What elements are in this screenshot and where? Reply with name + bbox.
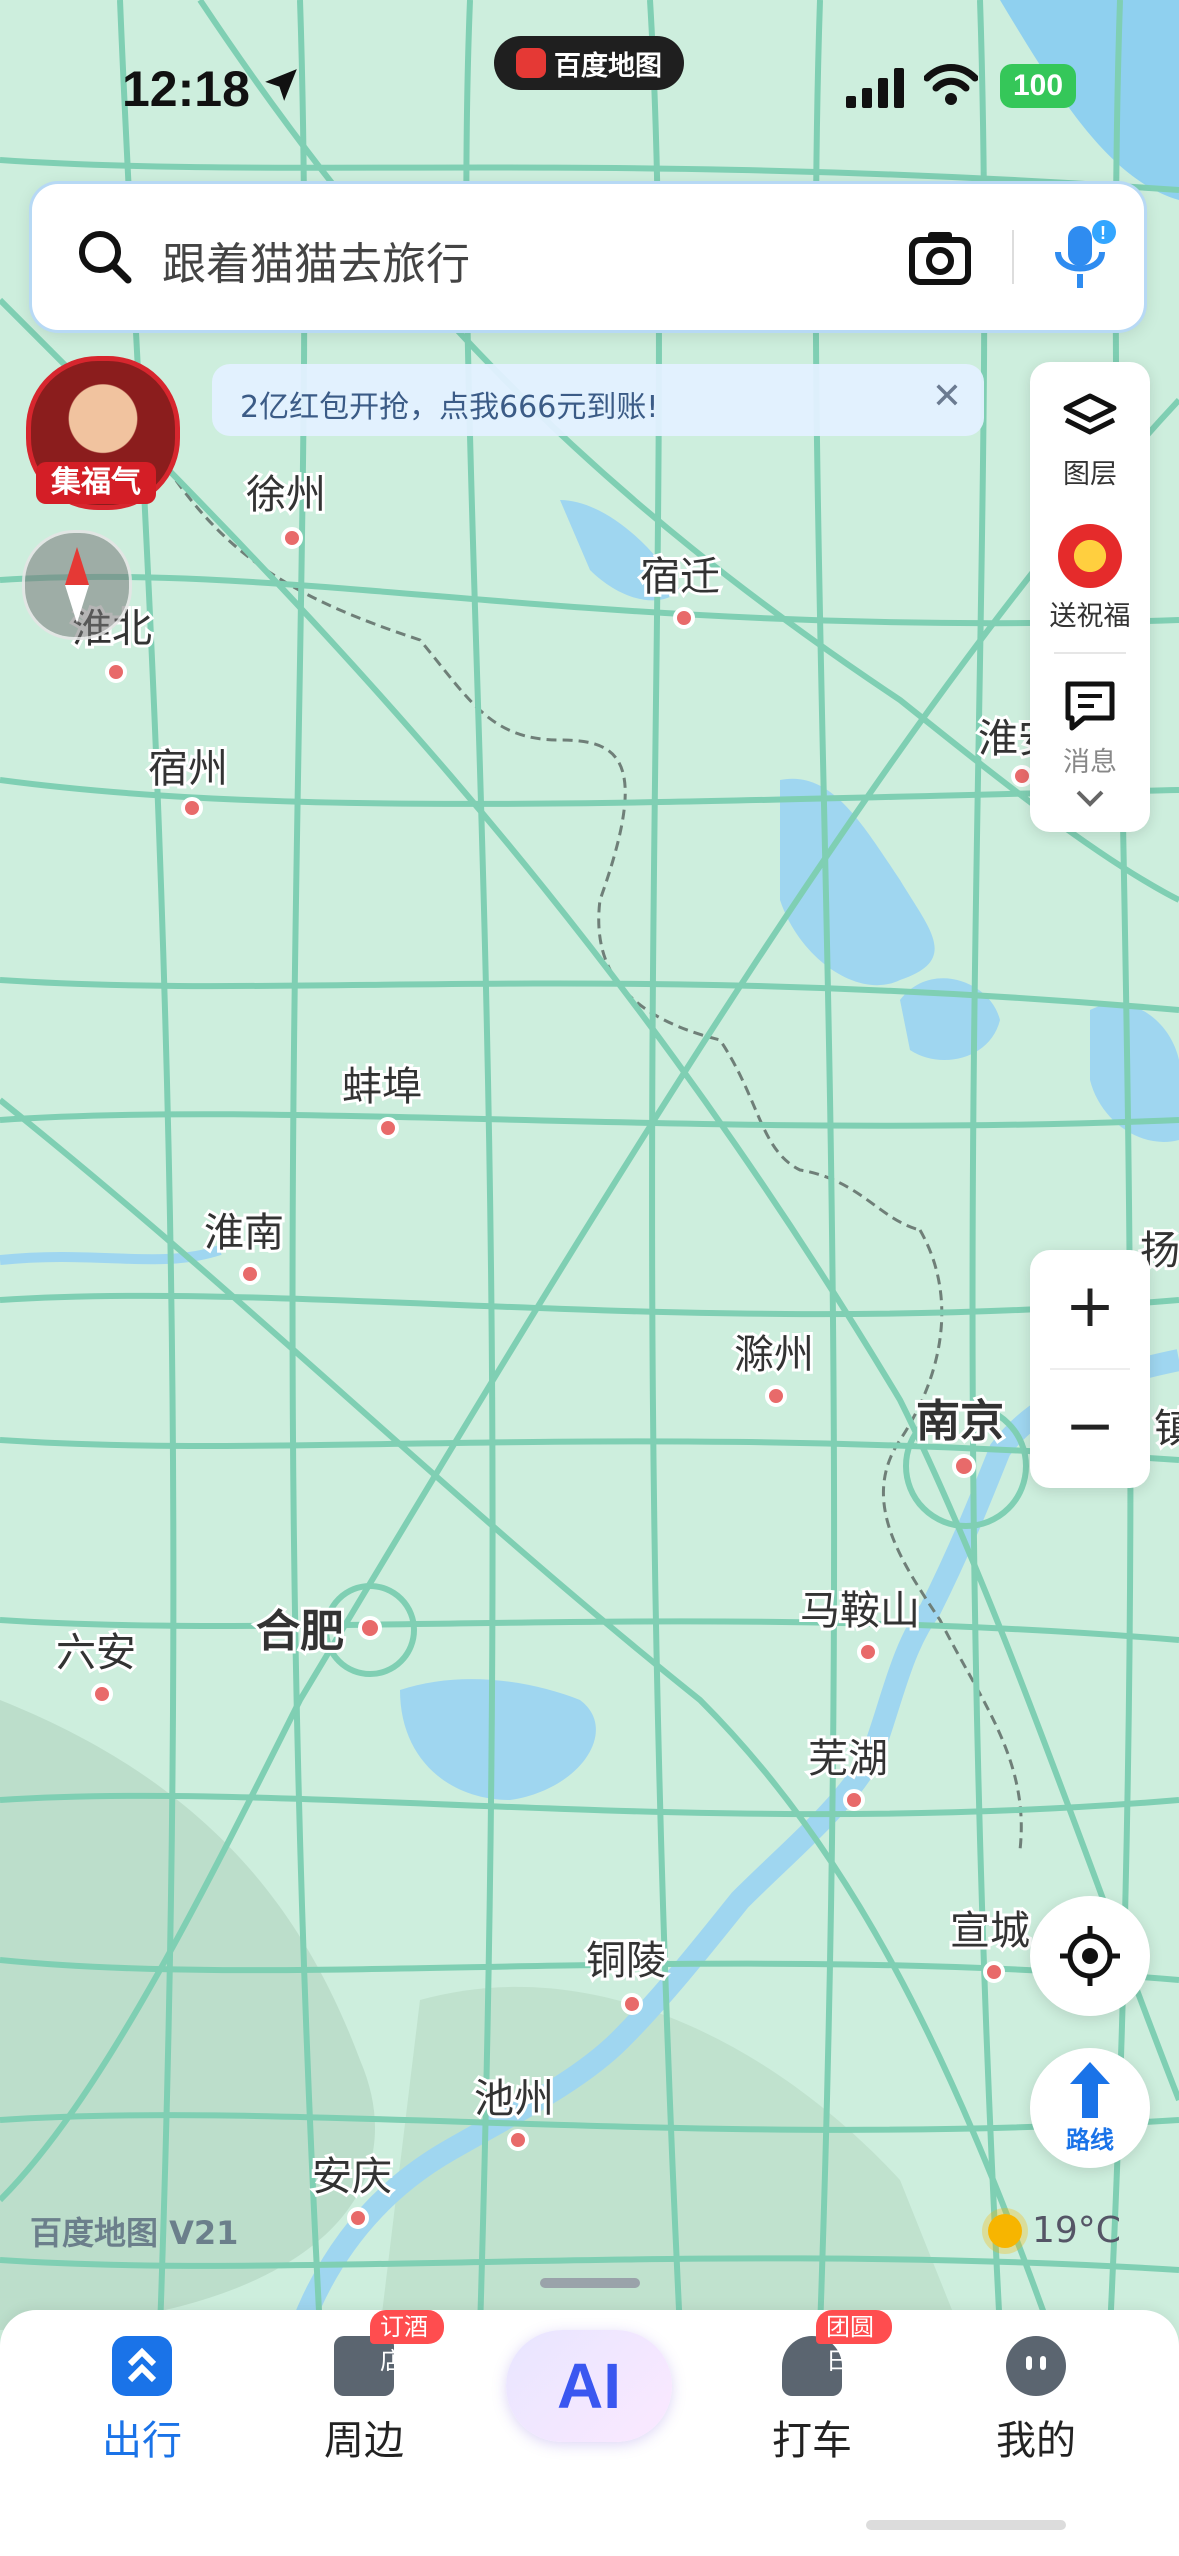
close-icon[interactable]: ✕ [932, 376, 962, 417]
promo-text[interactable]: 2亿红包开抢，点我666元到账! [240, 382, 658, 426]
search-divider [1012, 230, 1014, 284]
cellular-signal-icon [846, 68, 904, 108]
tab-nearby-label: 周边 [324, 2418, 404, 2464]
app-indicator-pill[interactable]: 百度地图 [494, 36, 684, 90]
message-icon[interactable] [1062, 678, 1118, 734]
tab-taxi[interactable]: 团圆日 打车 [732, 2310, 892, 2530]
search-icon [79, 231, 132, 284]
compass-button[interactable] [22, 530, 132, 640]
locate-me-button[interactable] [1030, 1896, 1150, 2016]
svg-text:!: ! [1100, 223, 1106, 243]
zoom-controls: + − [1030, 1250, 1150, 1488]
city-label-luan[interactable]: 六安 [53, 1628, 139, 1678]
profile-icon [1006, 2336, 1066, 2396]
festival-avatar-tag[interactable]: 集福气 [36, 462, 156, 504]
search-input[interactable]: 跟着猫猫去旅行 [162, 228, 470, 292]
zoom-out-button[interactable]: − [1030, 1370, 1150, 1488]
city-label-suzhou[interactable]: 宿州 [145, 744, 231, 794]
crosshair-icon [1060, 1926, 1120, 1986]
blessing-button-label[interactable]: 送祝福 [1030, 594, 1150, 633]
message-button-label[interactable]: 消息 [1030, 740, 1150, 779]
city-label-chuzhou[interactable]: 滁州 [731, 1330, 817, 1380]
layers-button-label[interactable]: 图层 [1030, 452, 1150, 491]
travel-icon [112, 2336, 172, 2396]
city-label-hefei[interactable]: 合肥 [253, 1604, 347, 1659]
map-watermark: 百度地图 V21 [30, 2214, 239, 2252]
city-label-huainan[interactable]: 淮南 [201, 1208, 287, 1258]
microphone-icon[interactable]: ! [1048, 218, 1118, 298]
city-label-wuhu[interactable]: 芜湖 [805, 1734, 891, 1784]
panel-divider [1054, 652, 1126, 654]
map-side-panel: 图层 送祝福 消息 [1030, 362, 1150, 832]
city-label-nanjing[interactable]: 南京 [913, 1394, 1007, 1449]
city-label-chizhou[interactable]: 池州 [471, 2074, 557, 2124]
tab-travel-label: 出行 [102, 2418, 182, 2464]
city-label-xuancheng[interactable]: 宣城 [947, 1906, 1033, 1956]
city-label-anqing[interactable]: 安庆 [309, 2152, 395, 2202]
search-bar[interactable]: 跟着猫猫去旅行 ! [32, 184, 1144, 330]
wifi-icon [924, 64, 978, 105]
camera-icon[interactable] [908, 228, 972, 286]
blessing-icon[interactable] [1058, 524, 1122, 588]
drawer-handle[interactable] [540, 2278, 640, 2288]
sun-icon [988, 2213, 1022, 2248]
weather-widget[interactable]: 19°C [988, 2210, 1121, 2251]
route-button-label: 路线 [1066, 2126, 1114, 2154]
zoom-in-button[interactable]: + [1030, 1250, 1150, 1368]
tab-travel[interactable]: 出行 [62, 2310, 222, 2530]
home-indicator [866, 2520, 1066, 2530]
app-indicator-label: 百度地图 [554, 50, 662, 82]
city-label-suqian[interactable]: 宿迁 [637, 552, 723, 602]
chevron-down-icon[interactable] [1074, 786, 1106, 810]
route-arrow-icon [1070, 2062, 1110, 2118]
city-label-tongling[interactable]: 铜陵 [583, 1936, 669, 1986]
route-button[interactable]: 路线 [1030, 2048, 1150, 2168]
tab-nearby[interactable]: 订酒店 周边 [284, 2310, 444, 2530]
status-bar: 12:18 百度地图 100 [0, 0, 1179, 170]
location-arrow-icon [265, 69, 297, 101]
status-time: 12:18 [122, 61, 250, 117]
reunion-day-badge: 团圆日 [816, 2310, 892, 2375]
city-label-zhenjiang[interactable]: 镇 [1151, 1404, 1179, 1454]
hotel-badge: 订酒店 [370, 2310, 444, 2375]
city-label-maanshan[interactable]: 马鞍山 [797, 1586, 923, 1636]
tab-profile[interactable]: 我的 [956, 2310, 1116, 2530]
tab-profile-label: 我的 [996, 2418, 1076, 2464]
layers-icon[interactable] [1062, 390, 1118, 446]
compass-needle-icon [65, 547, 89, 623]
baidu-maps-logo-icon [516, 48, 546, 78]
weather-temperature: 19°C [1032, 2210, 1121, 2251]
ai-assistant-button[interactable]: AI [506, 2330, 672, 2442]
city-label-xuzhou[interactable]: 徐州 [243, 470, 329, 520]
battery-indicator: 100 [1000, 64, 1076, 108]
promo-banner[interactable]: 2亿红包开抢，点我666元到账! ✕ [212, 364, 984, 436]
tab-taxi-label: 打车 [772, 2418, 852, 2464]
city-label-bengbu[interactable]: 蚌埠 [339, 1062, 425, 1112]
